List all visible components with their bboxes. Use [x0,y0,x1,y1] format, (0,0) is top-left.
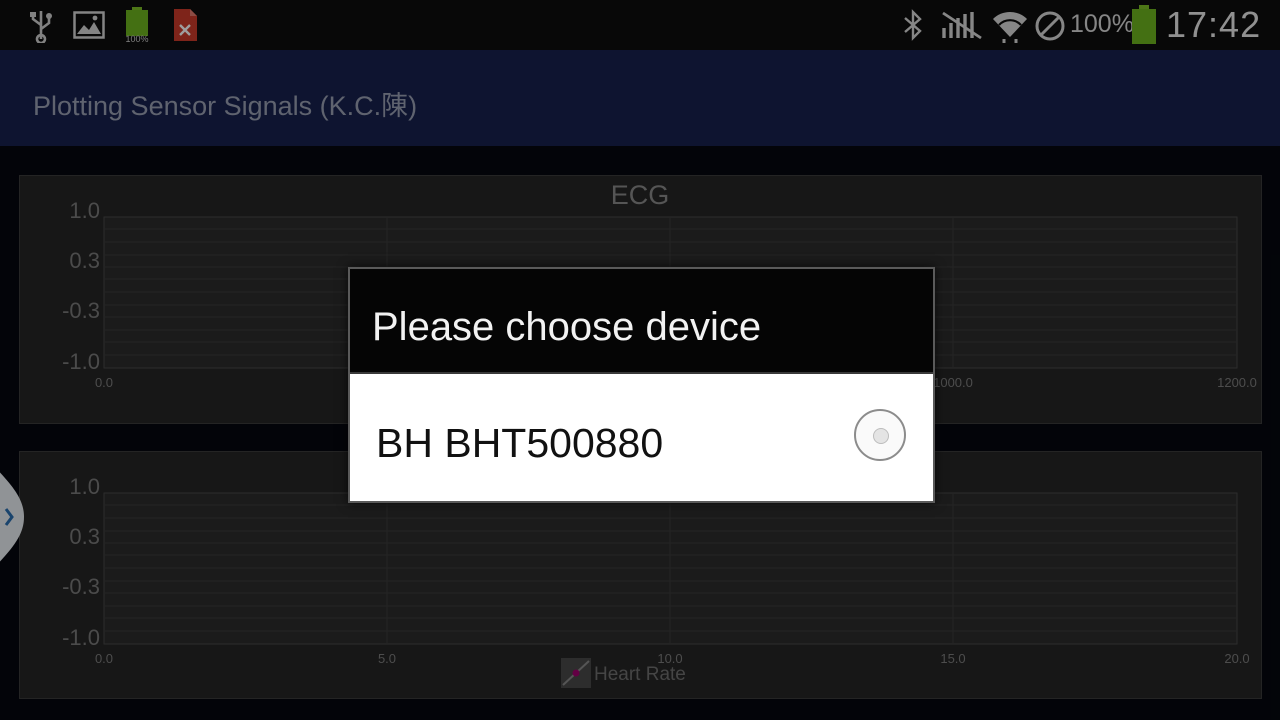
device-list-item[interactable]: BH BHT500880 [350,374,933,501]
choose-device-dialog: Please choose device BH BHT500880 [348,267,935,503]
radio-dot [873,428,889,444]
dialog-title: Please choose device [372,305,762,349]
device-label: BH BHT500880 [376,420,664,466]
device-radio-button[interactable] [854,409,906,461]
dialog-header: Please choose device [350,269,933,374]
